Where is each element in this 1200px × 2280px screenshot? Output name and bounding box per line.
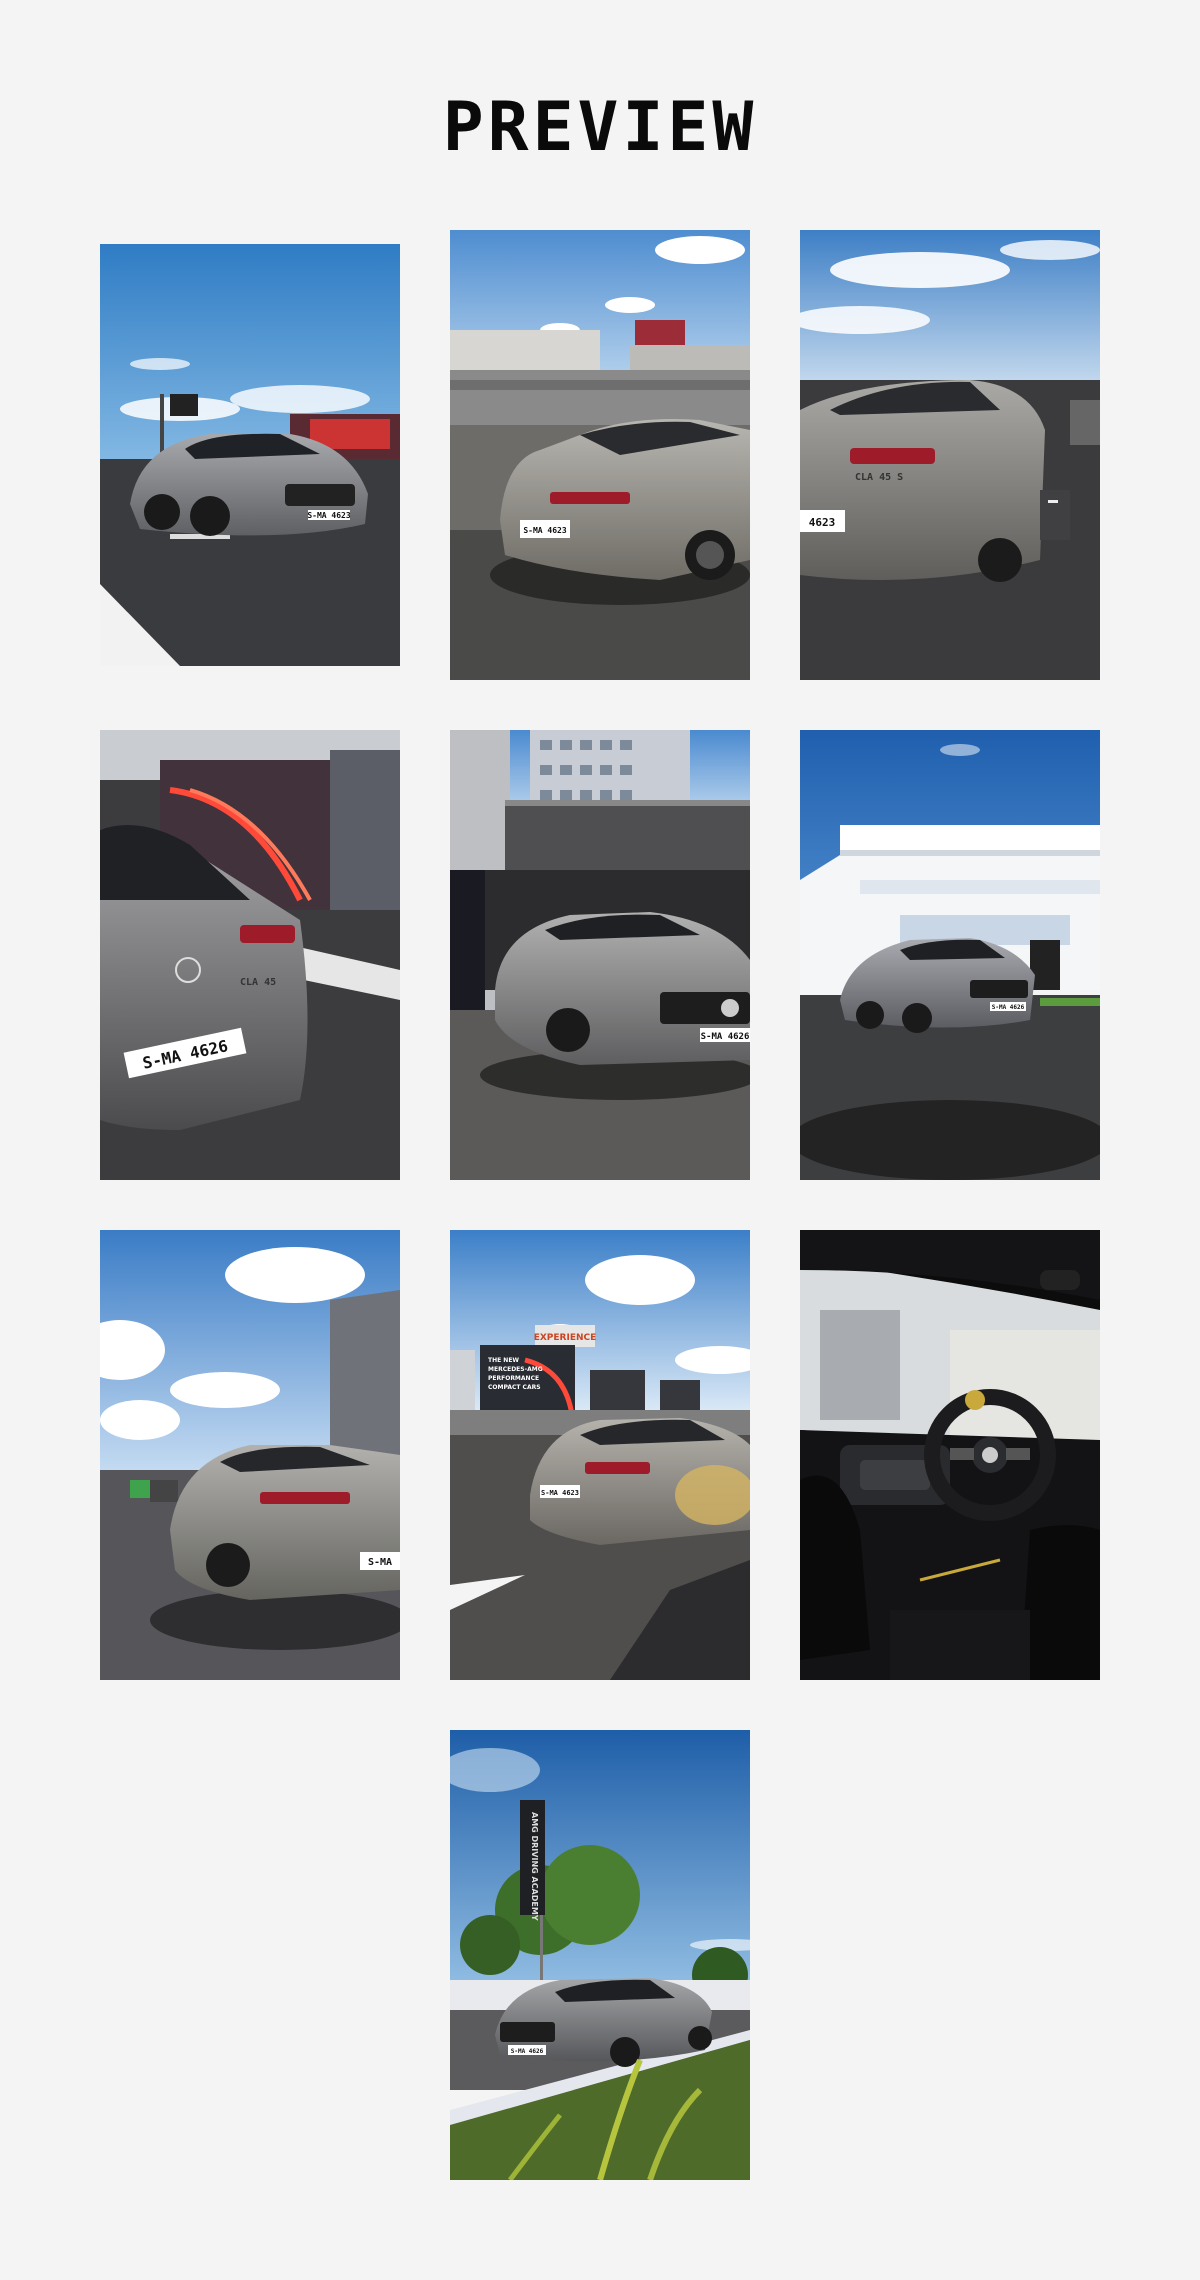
photo-car-front-pit-building: S-MA 4626 [450,730,750,1180]
photo-car-rear-grandstand: S-MA 4623 [450,230,750,680]
gallery-photo-8[interactable]: EXPERIENCE THE NEW MERCEDES-AMG PERFORMA… [450,1230,750,1680]
gallery-photo-5[interactable]: S-MA 4626 [450,730,750,1180]
license-plate: S-MA 4623 [307,511,351,520]
gallery-photo-3[interactable]: CLA 45 S 4623 [800,230,1100,680]
photo-car-rear-banners: EXPERIENCE THE NEW MERCEDES-AMG PERFORMA… [450,1230,750,1680]
banner-line-1: THE NEW [488,1357,519,1364]
banner-brand: EXPERIENCE [534,1333,597,1343]
photo-car-interior [800,1230,1100,1680]
license-plate: S-MA 4626 [992,1004,1025,1011]
gallery-photo-10[interactable]: AMG DRIVING ACADEMY S-MA 4626 [450,1730,750,2180]
gallery-photo-6[interactable]: S-MA 4626 [800,730,1100,1180]
gallery-photo-7[interactable]: S-MA [100,1230,400,1680]
flag-text: AMG DRIVING ACADEMY [530,1812,539,1921]
gallery-photo-2[interactable]: S-MA 4623 [450,230,750,680]
photo-car-front-flag: AMG DRIVING ACADEMY S-MA 4626 [450,1730,750,2180]
banner-line-4: COMPACT CARS [488,1384,541,1391]
photo-car-front-track: S-MA 4623 [100,244,400,666]
photo-car-rear-banner: CLA 45 S-MA 4626 [100,730,400,1180]
gallery-photo-4[interactable]: CLA 45 S-MA 4626 [100,730,400,1180]
license-plate: S-MA 4626 [511,2048,544,2055]
license-plate: S-MA 4623 [523,526,567,535]
photo-car-front-clubhouse: S-MA 4626 [800,730,1100,1180]
gallery-photo-1[interactable]: S-MA 4623 [100,244,400,666]
license-plate: S-MA 4623 [541,1489,579,1497]
photo-cars-pit-lane: S-MA [100,1230,400,1680]
license-plate: 4623 [809,516,836,529]
page-title: PREVIEW [442,88,758,167]
photo-car-rear-closeup: CLA 45 S 4623 [800,230,1100,680]
license-plate: S-MA [368,1557,392,1568]
model-badge: CLA 45 [240,977,276,988]
banner-line-3: PERFORMANCE [488,1375,539,1382]
license-plate: S-MA 4626 [701,1032,750,1042]
model-badge: CLA 45 S [855,472,903,483]
gallery-photo-9[interactable] [800,1230,1100,1680]
banner-line-2: MERCEDES-AMG [488,1366,543,1373]
